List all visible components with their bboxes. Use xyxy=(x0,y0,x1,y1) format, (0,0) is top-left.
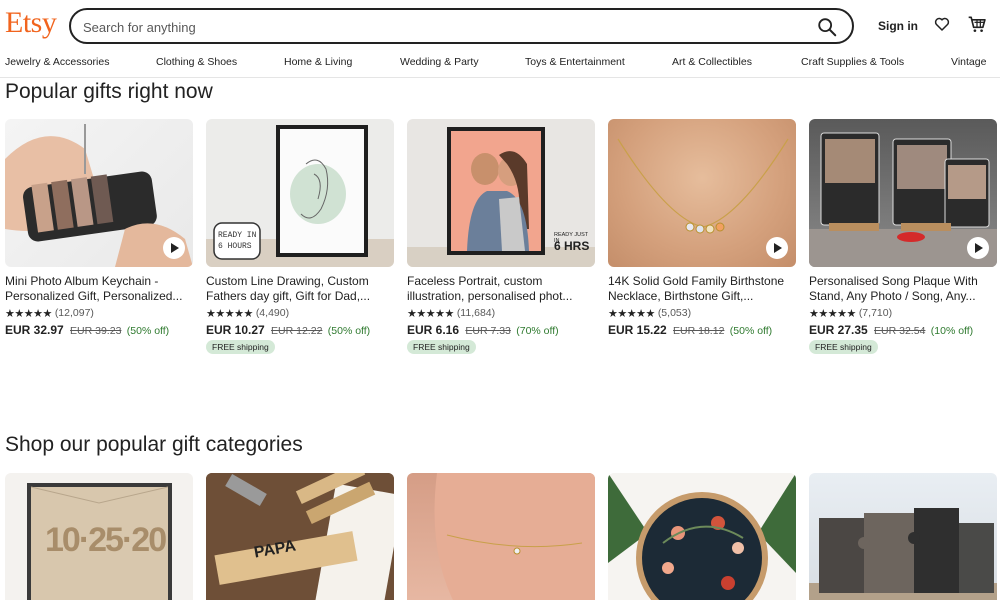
product-card[interactable]: READY IN 6 HOURS Custom Line Drawing, Cu… xyxy=(206,119,394,355)
product-card[interactable]: Personalised Song Plaque With Stand, Any… xyxy=(809,119,997,355)
nav-vintage[interactable]: Vintage xyxy=(951,56,986,68)
category-tile-woodwork[interactable]: PAPA xyxy=(206,473,394,600)
nav-wedding-party[interactable]: Wedding & Party xyxy=(400,56,479,68)
gift-categories-heading: Shop our popular gift categories xyxy=(5,433,303,456)
free-shipping-badge: FREE shipping xyxy=(809,340,878,354)
product-rating: ★★★★★ (11,684) xyxy=(407,306,595,320)
star-rating-icon: ★★★★★ xyxy=(5,307,52,320)
discount-label: (50% off) xyxy=(126,325,170,337)
star-rating-icon: ★★★★★ xyxy=(809,307,856,320)
product-card[interactable]: 14K Solid Gold Family Birthstone Necklac… xyxy=(608,119,796,337)
anklet-illustration xyxy=(434,473,595,600)
ready-in-text: READY IN xyxy=(218,231,257,240)
category-tile-puzzle[interactable] xyxy=(809,473,997,600)
review-count: (5,053) xyxy=(657,307,692,319)
product-rating: ★★★★★ (4,490) xyxy=(206,306,394,320)
original-price: EUR 7.33 xyxy=(465,325,511,337)
favorites-heart-icon[interactable] xyxy=(933,15,951,33)
product-rating: ★★★★★ (12,097) xyxy=(5,306,193,320)
original-price: EUR 12.22 xyxy=(271,325,323,337)
sale-price: EUR 15.22 xyxy=(608,323,667,337)
product-image[interactable]: READY JUST IN 6 HRS xyxy=(407,119,595,267)
category-tile-book-art[interactable]: 10·25·20 xyxy=(5,473,193,600)
original-price: EUR 18.12 xyxy=(673,325,725,337)
popular-gifts-heading: Popular gifts right now xyxy=(5,80,213,103)
nav-craft-supplies-tools[interactable]: Craft Supplies & Tools xyxy=(801,56,904,68)
product-title[interactable]: Mini Photo Album Keychain - Personalized… xyxy=(5,274,193,304)
category-nav: Jewelry & Accessories Clothing & Shoes H… xyxy=(0,52,1000,78)
review-count: (4,490) xyxy=(255,307,290,319)
price-row: EUR 10.27 EUR 12.22 (50% off) xyxy=(206,323,394,337)
product-image[interactable] xyxy=(608,119,796,267)
category-tile-anklet[interactable] xyxy=(407,473,595,600)
sale-price: EUR 6.16 xyxy=(407,323,460,337)
product-rating: ★★★★★ (5,053) xyxy=(608,306,796,320)
hours-text: 6 HOURS xyxy=(218,242,252,251)
product-image[interactable]: READY IN 6 HOURS xyxy=(206,119,394,267)
discount-label: (70% off) xyxy=(516,325,559,337)
product-image[interactable] xyxy=(5,119,193,267)
sale-price: EUR 27.35 xyxy=(809,323,868,337)
product-card[interactable]: Mini Photo Album Keychain - Personalized… xyxy=(5,119,193,337)
nav-art-collectibles[interactable]: Art & Collectibles xyxy=(672,56,752,68)
original-price: EUR 32.54 xyxy=(874,325,926,337)
product-title[interactable]: Custom Line Drawing, Custom Fathers day … xyxy=(206,274,394,304)
six-hrs-label: 6 HRS xyxy=(554,239,590,253)
free-shipping-badge: FREE shipping xyxy=(407,340,476,354)
discount-label: (10% off) xyxy=(930,325,974,337)
discount-label: (50% off) xyxy=(729,325,773,337)
price-row: EUR 15.22 EUR 18.12 (50% off) xyxy=(608,323,796,337)
product-title[interactable]: Faceless Portrait, custom illustration, … xyxy=(407,274,595,304)
product-card[interactable]: READY JUST IN 6 HRS Faceless Portrait, c… xyxy=(407,119,595,355)
search-input[interactable] xyxy=(83,17,783,37)
play-video-icon[interactable] xyxy=(163,237,185,259)
ready-in-badge: READY IN 6 HOURS xyxy=(218,230,256,252)
price-row: EUR 27.35 EUR 32.54 (10% off) xyxy=(809,323,997,337)
wooden-ruler-illustration xyxy=(206,473,394,600)
sign-in-link[interactable]: Sign in xyxy=(878,19,918,33)
review-count: (7,710) xyxy=(858,307,893,319)
book-number-art: 10·25·20 xyxy=(45,521,167,559)
sale-price: EUR 10.27 xyxy=(206,323,265,337)
nav-clothing-shoes[interactable]: Clothing & Shoes xyxy=(156,56,237,68)
review-count: (12,097) xyxy=(54,307,94,319)
nav-home-living[interactable]: Home & Living xyxy=(284,56,352,68)
puzzle-pieces-illustration xyxy=(809,508,997,600)
original-price: EUR 39.23 xyxy=(70,325,122,337)
play-video-icon[interactable] xyxy=(766,237,788,259)
embroidery-hoop-illustration xyxy=(608,473,796,600)
product-title[interactable]: 14K Solid Gold Family Birthstone Necklac… xyxy=(608,274,796,304)
category-tile-embroidery[interactable] xyxy=(608,473,796,600)
search-icon[interactable] xyxy=(816,16,838,38)
nav-toys-entertainment[interactable]: Toys & Entertainment xyxy=(525,56,625,68)
star-rating-icon: ★★★★★ xyxy=(206,307,253,320)
play-video-icon[interactable] xyxy=(967,237,989,259)
product-title[interactable]: Personalised Song Plaque With Stand, Any… xyxy=(809,274,997,304)
price-row: EUR 6.16 EUR 7.33 (70% off) xyxy=(407,323,595,337)
price-row: EUR 32.97 EUR 39.23 (50% off) xyxy=(5,323,193,337)
etsy-logo[interactable]: Etsy xyxy=(5,6,57,40)
review-count: (11,684) xyxy=(456,307,496,319)
star-rating-icon: ★★★★★ xyxy=(608,307,655,320)
search-bar[interactable] xyxy=(69,8,854,44)
free-shipping-badge: FREE shipping xyxy=(206,340,275,354)
product-image[interactable] xyxy=(809,119,997,267)
shopping-cart-icon[interactable] xyxy=(967,14,987,34)
star-rating-icon: ★★★★★ xyxy=(407,307,454,320)
sale-price: EUR 32.97 xyxy=(5,323,64,337)
site-header: Etsy Sign in xyxy=(0,0,1000,50)
discount-label: (50% off) xyxy=(327,325,371,337)
product-rating: ★★★★★ (7,710) xyxy=(809,306,997,320)
nav-jewelry-accessories[interactable]: Jewelry & Accessories xyxy=(5,56,109,68)
